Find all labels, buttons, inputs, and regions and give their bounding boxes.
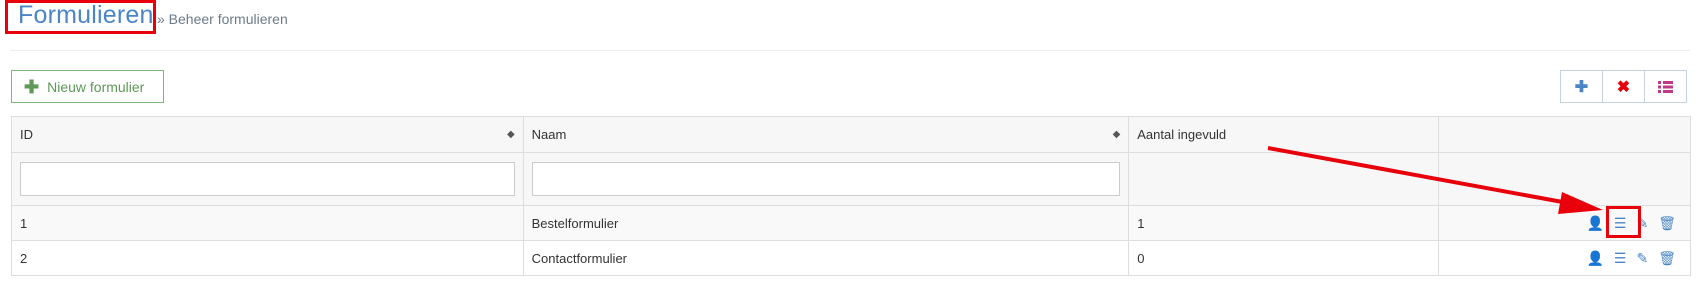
table-row: 1 Bestelformulier 1 👤 ☰ ✎ 🗑 — [11, 205, 1691, 241]
new-form-button[interactable]: ✚ Nieuw formulier — [11, 70, 164, 103]
sort-icon: ◆ — [506, 128, 515, 140]
cell-actions: 👤 ☰ ✎ 🗑 — [1438, 205, 1691, 241]
column-label: Aantal ingevuld — [1137, 127, 1227, 142]
column-header-naam[interactable]: Naam ◆ — [522, 116, 1130, 153]
trash-icon[interactable]: 🗑 — [1658, 216, 1676, 230]
cell-aantal: 1 — [1128, 205, 1440, 241]
column-label: ID — [20, 127, 33, 142]
filter-cell-id — [11, 152, 524, 206]
column-header-id[interactable]: ID ◆ — [11, 116, 524, 153]
breadcrumb[interactable]: » Beheer formulieren — [157, 11, 288, 27]
filter-cell-naam — [522, 152, 1130, 206]
cell-actions: 👤 ☰ ✎ 🗑 — [1438, 240, 1691, 276]
table-row: 2 Contactformulier 0 👤 ☰ ✎ 🗑 — [11, 240, 1691, 276]
filter-cell-empty — [1438, 152, 1691, 206]
cell-aantal: 0 — [1128, 240, 1440, 276]
forms-table: ID ◆ Naam ◆ Aantal ingevuld 1 Bestelformul… — [11, 116, 1691, 276]
cell-id: 1 — [11, 205, 524, 241]
list-icon — [1658, 80, 1673, 93]
filter-row — [11, 152, 1691, 206]
page-title: Formulieren — [18, 1, 154, 29]
column-label: Naam — [531, 127, 567, 142]
page-header: Formulieren » Beheer formulieren — [0, 0, 1703, 50]
table-header-row: ID ◆ Naam ◆ Aantal ingevuld — [11, 116, 1691, 153]
delete-selection-button[interactable]: ✖ — [1602, 70, 1645, 103]
trash-icon[interactable]: 🗑 — [1658, 251, 1676, 265]
plus-icon: ✚ — [1574, 78, 1589, 96]
cell-id: 2 — [11, 240, 524, 276]
filter-input-naam[interactable] — [531, 162, 1121, 196]
user-icon[interactable]: 👤 — [1586, 216, 1603, 230]
column-header-aantal: Aantal ingevuld — [1128, 116, 1440, 153]
header-divider — [10, 50, 1690, 51]
sort-icon: ◆ — [1112, 128, 1121, 140]
list-icon[interactable]: ☰ — [1614, 251, 1627, 265]
cell-naam: Contactformulier — [522, 240, 1130, 276]
add-button[interactable]: ✚ — [1560, 70, 1603, 103]
filter-cell-empty — [1128, 152, 1440, 206]
filter-input-id[interactable] — [20, 162, 515, 196]
column-header-actions — [1438, 116, 1691, 153]
new-form-label: Nieuw formulier — [47, 78, 145, 95]
cell-naam: Bestelformulier — [522, 205, 1130, 241]
column-list-button[interactable] — [1644, 70, 1687, 103]
user-icon[interactable]: 👤 — [1586, 251, 1603, 265]
close-icon: ✖ — [1616, 78, 1631, 96]
pencil-icon[interactable]: ✎ — [1636, 251, 1648, 265]
toolbar-button-group: ✚ ✖ — [1560, 70, 1687, 103]
list-button-highlight-box — [1606, 206, 1641, 238]
plus-icon: ✚ — [24, 76, 40, 97]
